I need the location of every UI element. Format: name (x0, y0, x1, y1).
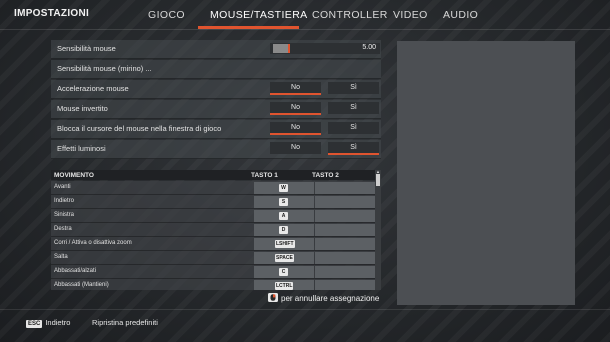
key1-slot[interactable]: C (254, 266, 314, 278)
keycap: C (279, 268, 288, 276)
keycap: W (279, 184, 288, 192)
invert-no-button[interactable]: No (270, 102, 321, 115)
tab-mouse-tastiera[interactable]: MOUSE/TASTIERA (210, 9, 308, 21)
lock-cursor-yes-button[interactable]: Sì (328, 122, 379, 134)
tab-audio[interactable]: AUDIO (443, 9, 478, 21)
slider-value: 5.00 (362, 44, 376, 51)
table-row: Abbassati (Mantieni) LCTRL (51, 279, 375, 290)
reset-defaults-button[interactable]: Ripristina predefiniti (92, 318, 158, 327)
keycap: LCTRL (275, 282, 294, 290)
unbind-hint: per annullare assegnazione (268, 293, 379, 303)
key2-slot[interactable] (315, 280, 375, 290)
keycap: S (279, 198, 288, 206)
table-row: Salta SPACE (51, 251, 375, 265)
lock-cursor-no-button[interactable]: No (270, 122, 321, 135)
key2-slot[interactable] (315, 238, 375, 250)
action-label: Sinistra (54, 212, 75, 218)
action-label: Abbassati (Mantieni) (54, 282, 109, 288)
table-row: Corri / Attiva o disattiva zoom LSHIFT (51, 237, 375, 251)
key1-slot[interactable]: LSHIFT (254, 238, 314, 250)
light-effects-no-button[interactable]: No (270, 142, 321, 154)
key2-slot[interactable] (315, 252, 375, 264)
tab-gioco[interactable]: GIOCO (148, 9, 185, 21)
column-header-key2: TASTO 2 (312, 172, 339, 179)
table-row: Avanti W (51, 181, 375, 195)
description-panel (397, 41, 575, 305)
footer-divider (0, 309, 610, 310)
back-label: Indietro (45, 318, 71, 327)
key2-slot[interactable] (315, 266, 375, 278)
setting-label: Sensibilità mouse (mirino) ... (57, 64, 152, 73)
tab-video[interactable]: VIDEO (393, 9, 428, 21)
scrollbar-thumb[interactable] (376, 174, 380, 186)
acceleration-no-button[interactable]: No (270, 82, 321, 95)
back-button[interactable]: ESC Indietro (26, 318, 70, 328)
keycap: D (279, 226, 288, 234)
setting-row-sensitivity: Sensibilità mouse 5.00 (51, 40, 381, 59)
sensitivity-slider[interactable]: 5.00 (270, 43, 380, 54)
keycap: A (279, 212, 288, 220)
action-label: Corri / Attiva o disattiva zoom (54, 240, 132, 246)
key1-slot[interactable]: SPACE (254, 252, 314, 264)
table-row: Indietro S (51, 195, 375, 209)
acceleration-yes-button[interactable]: Sì (328, 82, 379, 94)
setting-row-sensitivity-aim[interactable]: Sensibilità mouse (mirino) ... (51, 60, 381, 79)
keybindings-header: MOVIMENTO TASTO 1 TASTO 2 (51, 170, 375, 180)
setting-label: Mouse invertito (57, 104, 108, 113)
action-label: Destra (54, 226, 72, 232)
keybindings-table: MOVIMENTO TASTO 1 TASTO 2 Avanti W Indie… (51, 170, 381, 290)
page-title: IMPOSTAZIONI (14, 8, 90, 19)
table-row: Destra D (51, 223, 375, 237)
invert-yes-button[interactable]: Sì (328, 102, 379, 114)
setting-label: Blocca il cursore del mouse nella finest… (57, 124, 222, 133)
key1-slot[interactable]: A (254, 210, 314, 222)
top-bar: IMPOSTAZIONI GIOCO MOUSE/TASTIERA CONTRO… (0, 0, 610, 30)
action-label: Indietro (54, 198, 75, 204)
key2-slot[interactable] (315, 210, 375, 222)
column-header-action: MOVIMENTO (54, 172, 94, 179)
light-effects-yes-button[interactable]: Sì (328, 142, 379, 155)
hint-text: per annullare assegnazione (281, 294, 380, 303)
mouse-right-click-icon (268, 293, 278, 302)
table-row: Abbassati/alzati C (51, 265, 375, 279)
setting-row-light-effects: Effetti luminosi No Sì (51, 140, 381, 159)
key2-slot[interactable] (315, 196, 375, 208)
action-label: Abbassati/alzati (54, 268, 97, 274)
setting-label: Effetti luminosi (57, 144, 106, 153)
setting-row-lock-cursor: Blocca il cursore del mouse nella finest… (51, 120, 381, 139)
column-header-key1: TASTO 1 (251, 172, 278, 179)
key2-slot[interactable] (315, 224, 375, 236)
key1-slot[interactable]: D (254, 224, 314, 236)
setting-row-acceleration: Accelerazione mouse No Sì (51, 80, 381, 99)
header-divider (0, 29, 610, 30)
keycap: LSHIFT (275, 240, 295, 248)
tab-controller[interactable]: CONTROLLER (312, 9, 388, 21)
key1-slot[interactable]: W (254, 182, 314, 194)
slider-handle[interactable] (273, 44, 290, 53)
key2-slot[interactable] (315, 182, 375, 194)
action-label: Avanti (54, 184, 71, 190)
key1-slot[interactable]: LCTRL (254, 280, 314, 290)
key1-slot[interactable]: S (254, 196, 314, 208)
setting-row-invert: Mouse invertito No Sì (51, 100, 381, 119)
table-row: Sinistra A (51, 209, 375, 223)
esc-key-icon: ESC (26, 320, 43, 328)
keybindings-scrollbar[interactable]: ▲ (375, 170, 381, 290)
action-label: Salta (54, 254, 68, 260)
keycap: SPACE (275, 254, 294, 262)
setting-label: Accelerazione mouse (57, 84, 129, 93)
setting-label: Sensibilità mouse (57, 44, 116, 53)
